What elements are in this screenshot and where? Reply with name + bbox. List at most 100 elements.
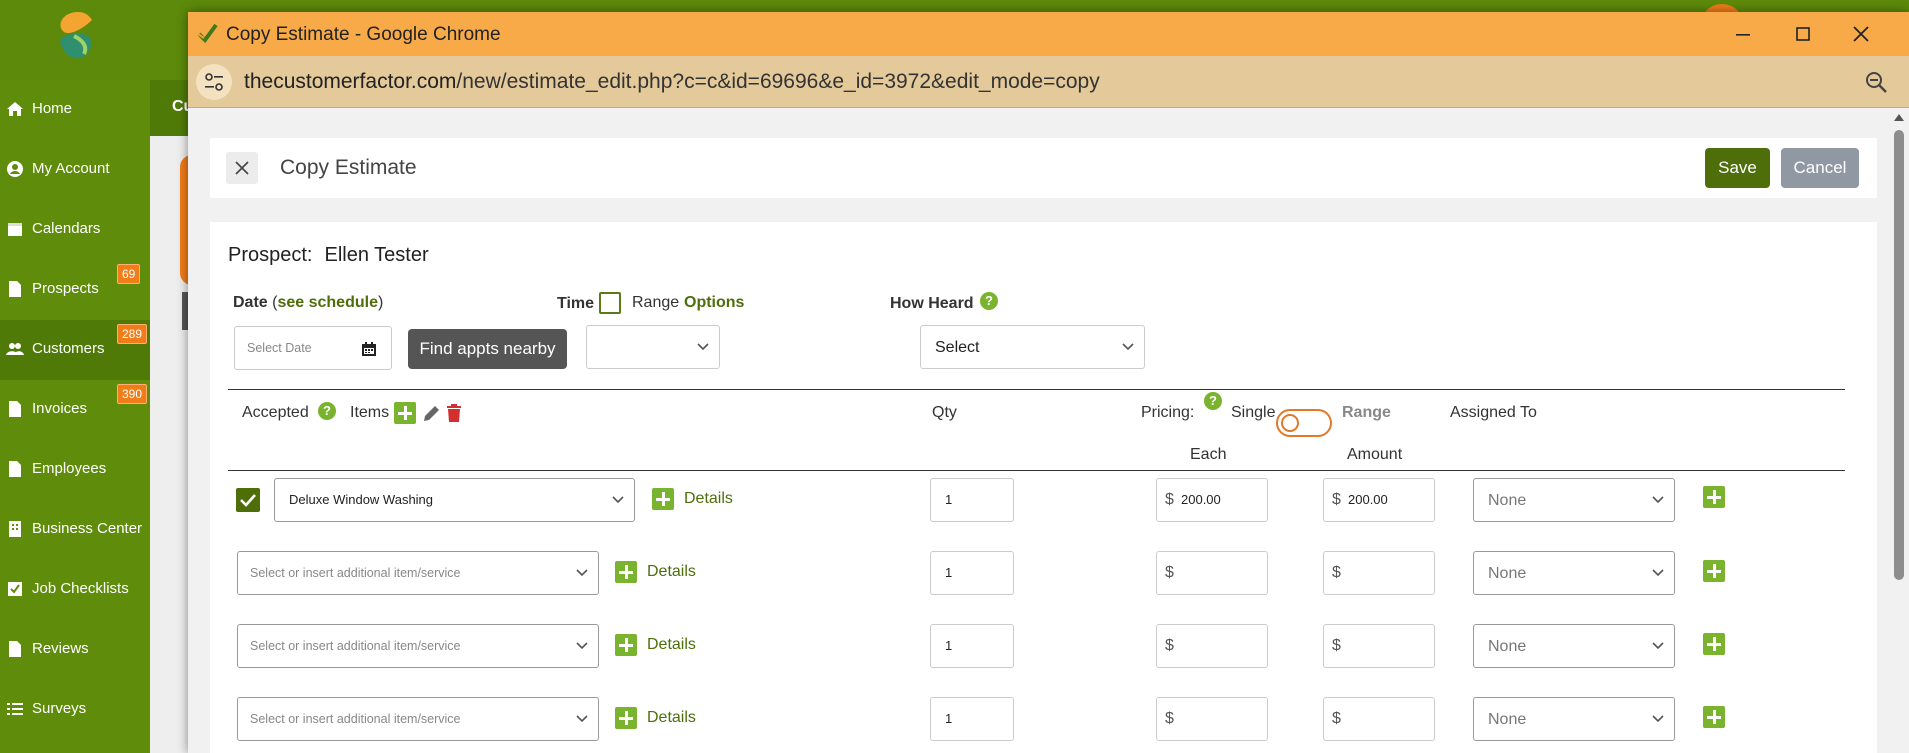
minimize-icon[interactable] (1731, 22, 1755, 46)
company-logo (60, 12, 92, 59)
date-placeholder: Select Date (247, 341, 312, 355)
add-item-button[interactable] (394, 402, 416, 424)
qty-input[interactable]: 1 (930, 624, 1014, 668)
accepted-label: Accepted (242, 404, 309, 421)
pricing-mode-toggle[interactable] (1276, 409, 1332, 437)
qty-input[interactable]: 1 (930, 697, 1014, 741)
add-item-option-button[interactable] (615, 561, 637, 583)
sidebar-item-label: My Account (32, 160, 110, 177)
count-badge: 69 (117, 264, 141, 284)
scrollbar-thumb[interactable] (1894, 130, 1904, 580)
pricing-label: Pricing: (1141, 404, 1195, 421)
calendar-icon[interactable] (361, 341, 377, 357)
sidebar-item-invoices[interactable]: Invoices 390 (0, 380, 150, 440)
help-icon[interactable]: ? (980, 292, 998, 310)
details-link[interactable]: Details (647, 563, 696, 581)
cancel-button[interactable]: Cancel (1781, 148, 1859, 188)
currency-symbol: $ (1165, 564, 1174, 581)
assigned-value: None (1488, 565, 1527, 582)
assigned-select[interactable]: None (1473, 697, 1675, 741)
assigned-select[interactable]: None (1473, 478, 1675, 522)
sidebar-item-label: Surveys (32, 700, 87, 717)
help-icon[interactable]: ? (318, 402, 336, 420)
date-input[interactable]: Select Date (234, 326, 392, 370)
amount-input[interactable]: $ 200.00 (1323, 478, 1435, 522)
chevron-down-icon (1652, 715, 1664, 723)
close-modal-button[interactable] (226, 152, 258, 184)
find-appts-nearby-button[interactable]: Find appts nearby (408, 329, 567, 369)
add-item-option-button[interactable] (615, 707, 637, 729)
each-price-input[interactable]: $ (1156, 551, 1268, 595)
details-link[interactable]: Details (647, 709, 696, 727)
save-button[interactable]: Save (1705, 148, 1770, 188)
help-icon[interactable]: ? (1204, 392, 1222, 410)
qty-value: 1 (945, 638, 953, 653)
sidebar-item-employees[interactable]: Employees (0, 440, 150, 500)
how-heard-select[interactable]: Select (920, 325, 1145, 369)
users-icon (6, 343, 24, 355)
each-price-input[interactable]: $ 200.00 (1156, 478, 1268, 522)
divider (228, 389, 1845, 390)
scroll-up-arrow-icon[interactable] (1893, 112, 1905, 122)
currency-symbol: $ (1165, 637, 1174, 654)
site-info-button[interactable] (196, 64, 232, 100)
items-label: Items (350, 404, 390, 421)
zoom-icon[interactable] (1863, 69, 1889, 95)
add-assignee-button[interactable] (1703, 560, 1725, 582)
document-icon (9, 281, 21, 297)
pencil-icon[interactable] (421, 404, 441, 424)
sidebar-item-calendars[interactable]: Calendars (0, 200, 150, 260)
time-range-checkbox[interactable] (599, 292, 621, 314)
trash-icon[interactable] (445, 403, 463, 423)
add-item-option-button[interactable] (652, 488, 674, 510)
sidebar-item-prospects[interactable]: Prospects 69 (0, 260, 150, 320)
close-window-icon[interactable] (1849, 22, 1873, 46)
assigned-select[interactable]: None (1473, 551, 1675, 595)
accepted-checkbox[interactable] (236, 488, 260, 512)
add-assignee-button[interactable] (1703, 633, 1725, 655)
qty-value: 1 (945, 565, 953, 580)
chevron-down-icon (612, 496, 624, 504)
chevron-down-icon (576, 642, 588, 650)
amount-input[interactable]: $ (1323, 697, 1435, 741)
qty-input[interactable]: 1 (930, 551, 1014, 595)
item-select[interactable]: Select or insert additional item/service (237, 697, 599, 741)
page-scrollbar[interactable] (1889, 108, 1909, 753)
sidebar-item-home[interactable]: Home (0, 80, 150, 140)
sidebar-item-job-checklists[interactable]: Job Checklists (0, 560, 150, 620)
qty-input[interactable]: 1 (930, 478, 1014, 522)
currency-symbol: $ (1332, 491, 1341, 508)
chevron-down-icon (576, 715, 588, 723)
amount-input[interactable]: $ (1323, 551, 1435, 595)
add-assignee-button[interactable] (1703, 706, 1725, 728)
currency-symbol: $ (1332, 637, 1341, 654)
details-link[interactable]: Details (684, 490, 733, 508)
add-assignee-button[interactable] (1703, 486, 1725, 508)
assigned-select[interactable]: None (1473, 624, 1675, 668)
add-item-option-button[interactable] (615, 634, 637, 656)
item-select[interactable]: Select or insert additional item/service (237, 551, 599, 595)
item-select[interactable]: Select or insert additional item/service (237, 624, 599, 668)
each-price-input[interactable]: $ (1156, 697, 1268, 741)
qty-label: Qty (932, 404, 957, 421)
assigned-value: None (1488, 492, 1527, 509)
each-price-input[interactable]: $ (1156, 624, 1268, 668)
details-link[interactable]: Details (647, 636, 696, 654)
count-badge: 390 (117, 384, 148, 404)
options-link[interactable]: Options (684, 294, 744, 312)
sidebar-item-label: Reviews (32, 640, 89, 657)
sidebar-item-business-center[interactable]: Business Center (0, 500, 150, 560)
maximize-icon[interactable] (1791, 22, 1815, 46)
url-text[interactable]: thecustomerfactor.com/new/estimate_edit.… (244, 70, 1100, 94)
sidebar-item-reviews[interactable]: Reviews (0, 620, 150, 680)
url-domain: thecustomerfactor.com (244, 70, 457, 93)
time-select[interactable] (586, 325, 720, 369)
sidebar-item-customers[interactable]: Customers 289 (0, 320, 150, 380)
see-schedule-link[interactable]: see schedule (277, 294, 378, 311)
sidebar-item-my-account[interactable]: My Account (0, 140, 150, 200)
item-select[interactable]: Deluxe Window Washing (274, 478, 635, 522)
prospect-label: Prospect: (228, 244, 313, 266)
sidebar-item-surveys[interactable]: Surveys (0, 680, 150, 740)
amount-input[interactable]: $ (1323, 624, 1435, 668)
app-sidebar: Home My Account Calendars Prospects 69 C… (0, 80, 150, 753)
